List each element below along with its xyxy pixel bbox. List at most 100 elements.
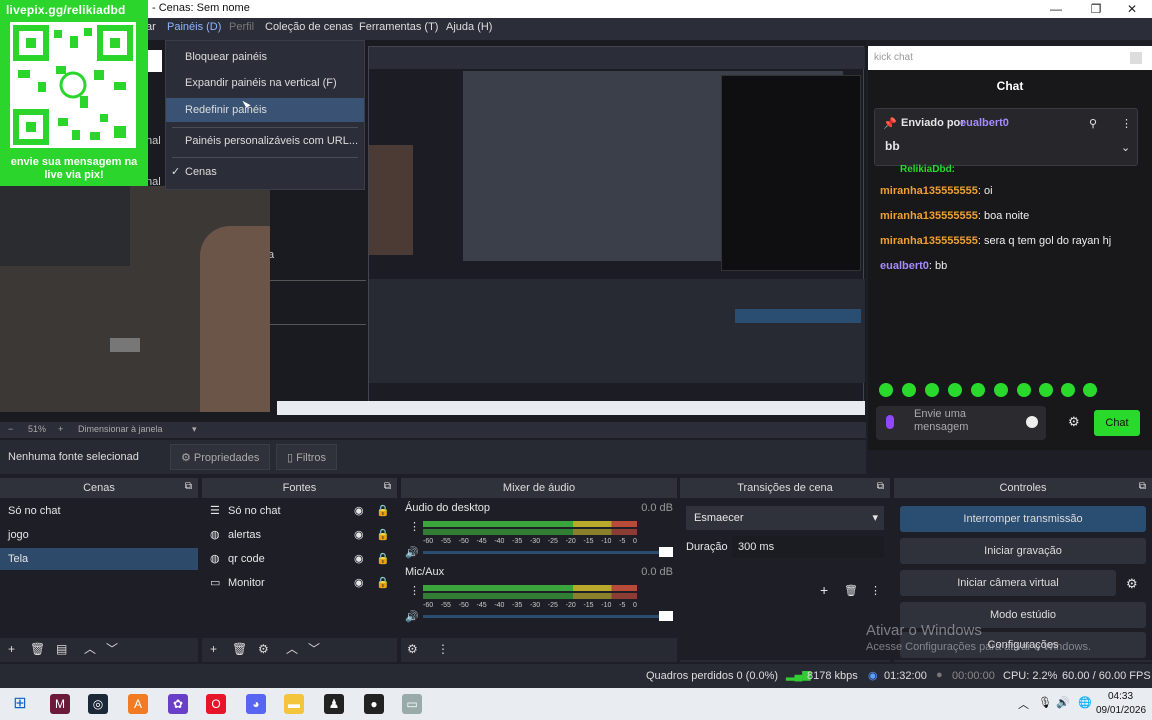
- gear-icon[interactable]: ⚙: [258, 638, 269, 660]
- move-down-icon[interactable]: ﹀: [308, 638, 320, 660]
- scene-item-selected[interactable]: Tela: [0, 548, 198, 570]
- app-icon[interactable]: ✿: [168, 694, 188, 714]
- gear-icon[interactable]: ⚙: [1068, 414, 1080, 430]
- source-item[interactable]: ◍ qr code ◉ 🔒: [202, 548, 397, 570]
- start-recording-button[interactable]: Iniciar gravação: [900, 538, 1146, 564]
- scene-item[interactable]: Só no chat: [0, 500, 198, 522]
- scene-item[interactable]: jogo: [0, 524, 198, 546]
- volume-slider[interactable]: [423, 615, 673, 618]
- eye-icon[interactable]: ◉: [354, 524, 364, 546]
- lock-icon[interactable]: 🔒: [376, 572, 390, 594]
- microphone-icon[interactable]: 🎙: [1038, 696, 1052, 709]
- menu-expandir-paineis[interactable]: Expandir painéis na vertical (F): [166, 71, 364, 95]
- discord-icon[interactable]: ◕: [246, 694, 266, 714]
- chat-input[interactable]: Envie uma mensagem: [876, 406, 1046, 440]
- clock-time[interactable]: 04:33: [1108, 691, 1133, 702]
- close-button[interactable]: ✕: [1116, 0, 1148, 18]
- transition-select[interactable]: Esmaecer ▾: [686, 506, 884, 530]
- menu-perfil[interactable]: Perfil: [229, 21, 254, 33]
- stop-streaming-button[interactable]: Interromper transmissão: [900, 506, 1146, 532]
- scroll-handle[interactable]: [1130, 52, 1142, 64]
- chat-username[interactable]: miranha135555555: [880, 235, 978, 247]
- undock-icon[interactable]: ⧉: [384, 481, 391, 492]
- lock-icon[interactable]: 🔒: [376, 548, 390, 570]
- menu-paneis[interactable]: Painéis (D): [167, 21, 221, 33]
- app-icon[interactable]: ♟: [324, 694, 344, 714]
- app-icon[interactable]: A: [128, 694, 148, 714]
- app-icon[interactable]: ▭: [402, 694, 422, 714]
- undock-icon[interactable]: ⧉: [877, 481, 884, 492]
- zoom-value: 51%: [28, 424, 47, 434]
- chat-search-field[interactable]: kick chat: [868, 46, 1152, 70]
- menu-paineis-personalizaveis[interactable]: Painéis personalizáveis com URL...: [166, 129, 364, 153]
- trash-icon[interactable]: 🗑: [844, 584, 858, 597]
- zoom-in-button[interactable]: +: [58, 424, 63, 434]
- gear-icon[interactable]: ⚙: [1126, 576, 1138, 592]
- filters-button[interactable]: ▯ Filtros: [276, 444, 338, 470]
- emoji-icon[interactable]: [1026, 416, 1038, 428]
- app-icon[interactable]: M: [50, 694, 70, 714]
- undock-icon[interactable]: ⧉: [1139, 481, 1146, 492]
- volume-slider-handle[interactable]: [659, 547, 673, 557]
- duration-input[interactable]: 300 ms: [732, 536, 884, 558]
- steam-icon[interactable]: ◎: [88, 694, 108, 714]
- minimize-button[interactable]: —: [1040, 0, 1072, 18]
- volume-icon[interactable]: 🔊: [1056, 696, 1070, 709]
- move-down-icon[interactable]: ﹀: [106, 638, 118, 660]
- move-up-icon[interactable]: ︿: [84, 638, 96, 660]
- lock-icon[interactable]: 🔒: [376, 524, 390, 546]
- tray-chevron-icon[interactable]: ︿: [1018, 696, 1029, 712]
- pin-toggle-icon[interactable]: ⚲: [1089, 117, 1097, 130]
- zoom-out-button[interactable]: −: [8, 424, 13, 434]
- source-item[interactable]: ◍ alertas ◉ 🔒: [202, 524, 397, 546]
- eye-icon[interactable]: ◉: [354, 548, 364, 570]
- menu-ajuda[interactable]: Ajuda (H): [446, 21, 492, 33]
- maximize-button[interactable]: ❐: [1080, 0, 1112, 18]
- folder-icon[interactable]: ▬: [284, 694, 304, 714]
- move-up-icon[interactable]: ︿: [286, 638, 298, 660]
- menu-cenas[interactable]: ✓ Cenas: [166, 160, 364, 184]
- gear-icon[interactable]: ⚙: [407, 638, 418, 660]
- trash-icon[interactable]: 🗑: [30, 638, 45, 660]
- more-options-icon[interactable]: ⋮: [409, 584, 420, 597]
- more-options-icon[interactable]: ⋮: [1121, 117, 1132, 130]
- network-icon[interactable]: 🌐: [1078, 696, 1092, 709]
- source-item[interactable]: ▭ Monitor ◉ 🔒: [202, 572, 397, 594]
- zoom-mode[interactable]: Dimensionar à janela: [78, 424, 163, 434]
- volume-slider[interactable]: [423, 551, 673, 554]
- trash-icon[interactable]: 🗑: [232, 638, 247, 660]
- volume-slider-handle[interactable]: [659, 611, 673, 621]
- more-options-icon[interactable]: ⋮: [870, 584, 881, 597]
- menu-ferramentas[interactable]: Ferramentas (T): [359, 21, 438, 33]
- speaker-icon[interactable]: 🔊: [405, 610, 419, 623]
- chat-username[interactable]: eualbert0: [880, 260, 929, 272]
- start-virtual-camera-button[interactable]: Iniciar câmera virtual: [900, 570, 1116, 596]
- source-item[interactable]: ☰ Só no chat ◉ 🔒: [202, 500, 397, 522]
- chat-username[interactable]: miranha135555555: [880, 210, 978, 222]
- chat-send-button[interactable]: Chat: [1094, 410, 1140, 436]
- menu-redefinir-paineis[interactable]: Redefinir painéis: [166, 98, 364, 122]
- more-options-icon[interactable]: ⋮: [409, 520, 420, 533]
- add-icon[interactable]: +: [210, 638, 217, 660]
- opera-icon[interactable]: O: [206, 694, 226, 714]
- eye-icon[interactable]: ◉: [354, 500, 364, 522]
- pix-qr-overlay: livepix.gg/relikiadbd envie sua mensagem…: [0, 0, 148, 186]
- chat-username[interactable]: miranha135555555: [880, 185, 978, 197]
- menu-bloquear-paineis[interactable]: Bloquear painéis: [166, 45, 364, 69]
- filter-icon[interactable]: ▤: [56, 638, 67, 660]
- add-icon[interactable]: +: [820, 582, 828, 598]
- windows-start-icon[interactable]: ⊞: [10, 694, 30, 714]
- clock-date[interactable]: 09/01/2026: [1096, 705, 1146, 716]
- speaker-icon[interactable]: 🔊: [405, 546, 419, 559]
- more-options-icon[interactable]: ⋮: [437, 638, 449, 660]
- add-icon[interactable]: +: [8, 638, 15, 660]
- eye-icon[interactable]: ◉: [354, 572, 364, 594]
- chevron-down-icon[interactable]: ▾: [192, 424, 197, 435]
- chevron-down-icon[interactable]: ⌄: [1121, 141, 1130, 154]
- menu-colecao-cenas[interactable]: Coleção de cenas: [265, 21, 353, 33]
- lock-icon[interactable]: 🔒: [376, 500, 390, 522]
- undock-icon[interactable]: ⧉: [185, 481, 192, 492]
- properties-button[interactable]: ⚙ Propriedades: [170, 444, 271, 470]
- filter-icon: ▯: [287, 452, 297, 464]
- obs-icon[interactable]: ●: [364, 694, 384, 714]
